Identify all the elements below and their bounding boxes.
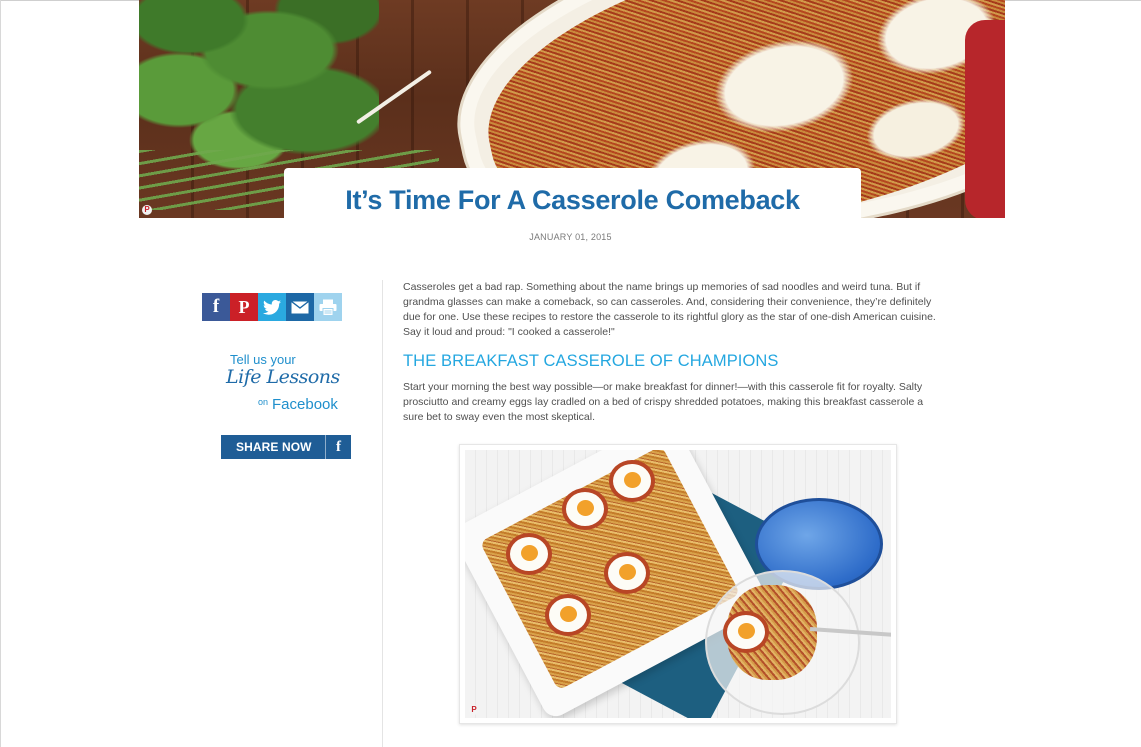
- promo-network-text: Facebook: [272, 396, 338, 413]
- facebook-icon: f: [212, 296, 220, 317]
- recipe-photo-frame: P: [459, 444, 897, 724]
- breakfast-casserole-photo: P: [465, 450, 891, 718]
- twitter-bird-icon: [263, 299, 281, 315]
- envelope-icon: [291, 300, 309, 313]
- share-now-label: SHARE NOW: [236, 440, 312, 454]
- section-heading: THE BREAKFAST CASSEROLE OF CHAMPIONS: [403, 352, 779, 370]
- page-title: It’s Time For A Casserole Comeback: [345, 185, 800, 215]
- printer-icon: [319, 299, 337, 316]
- promo-tagline: Tell us your: [230, 352, 296, 367]
- pinterest-icon: P: [238, 296, 250, 317]
- share-now-button[interactable]: SHARE NOW f: [221, 435, 351, 459]
- photo-egg: [613, 464, 651, 498]
- social-share-bar: f P: [202, 293, 342, 321]
- section-text: Start your morning the best way possible…: [403, 381, 924, 423]
- hero-red-dish: [965, 20, 1005, 218]
- pinterest-icon[interactable]: P: [142, 205, 152, 215]
- page-left-border: [0, 0, 1, 747]
- post-date: JANUARY 01, 2015: [529, 232, 612, 242]
- promo-on-text: on: [258, 397, 269, 407]
- photo-egg: [727, 615, 765, 649]
- photo-egg: [510, 537, 548, 571]
- facebook-icon: f: [325, 435, 351, 459]
- promo-script-text: Life Lessons: [226, 366, 340, 388]
- pinterest-icon[interactable]: P: [469, 705, 479, 715]
- email-share-button[interactable]: [286, 293, 314, 321]
- photo-egg: [549, 598, 587, 632]
- pinterest-share-button[interactable]: P: [230, 293, 258, 321]
- article-intro: Casseroles get a bad rap. Something abou…: [403, 281, 936, 338]
- photo-egg: [566, 492, 604, 526]
- twitter-share-button[interactable]: [258, 293, 286, 321]
- facebook-share-button[interactable]: f: [202, 293, 230, 321]
- content-divider: [382, 280, 383, 747]
- print-button[interactable]: [314, 293, 342, 321]
- photo-egg: [608, 556, 646, 590]
